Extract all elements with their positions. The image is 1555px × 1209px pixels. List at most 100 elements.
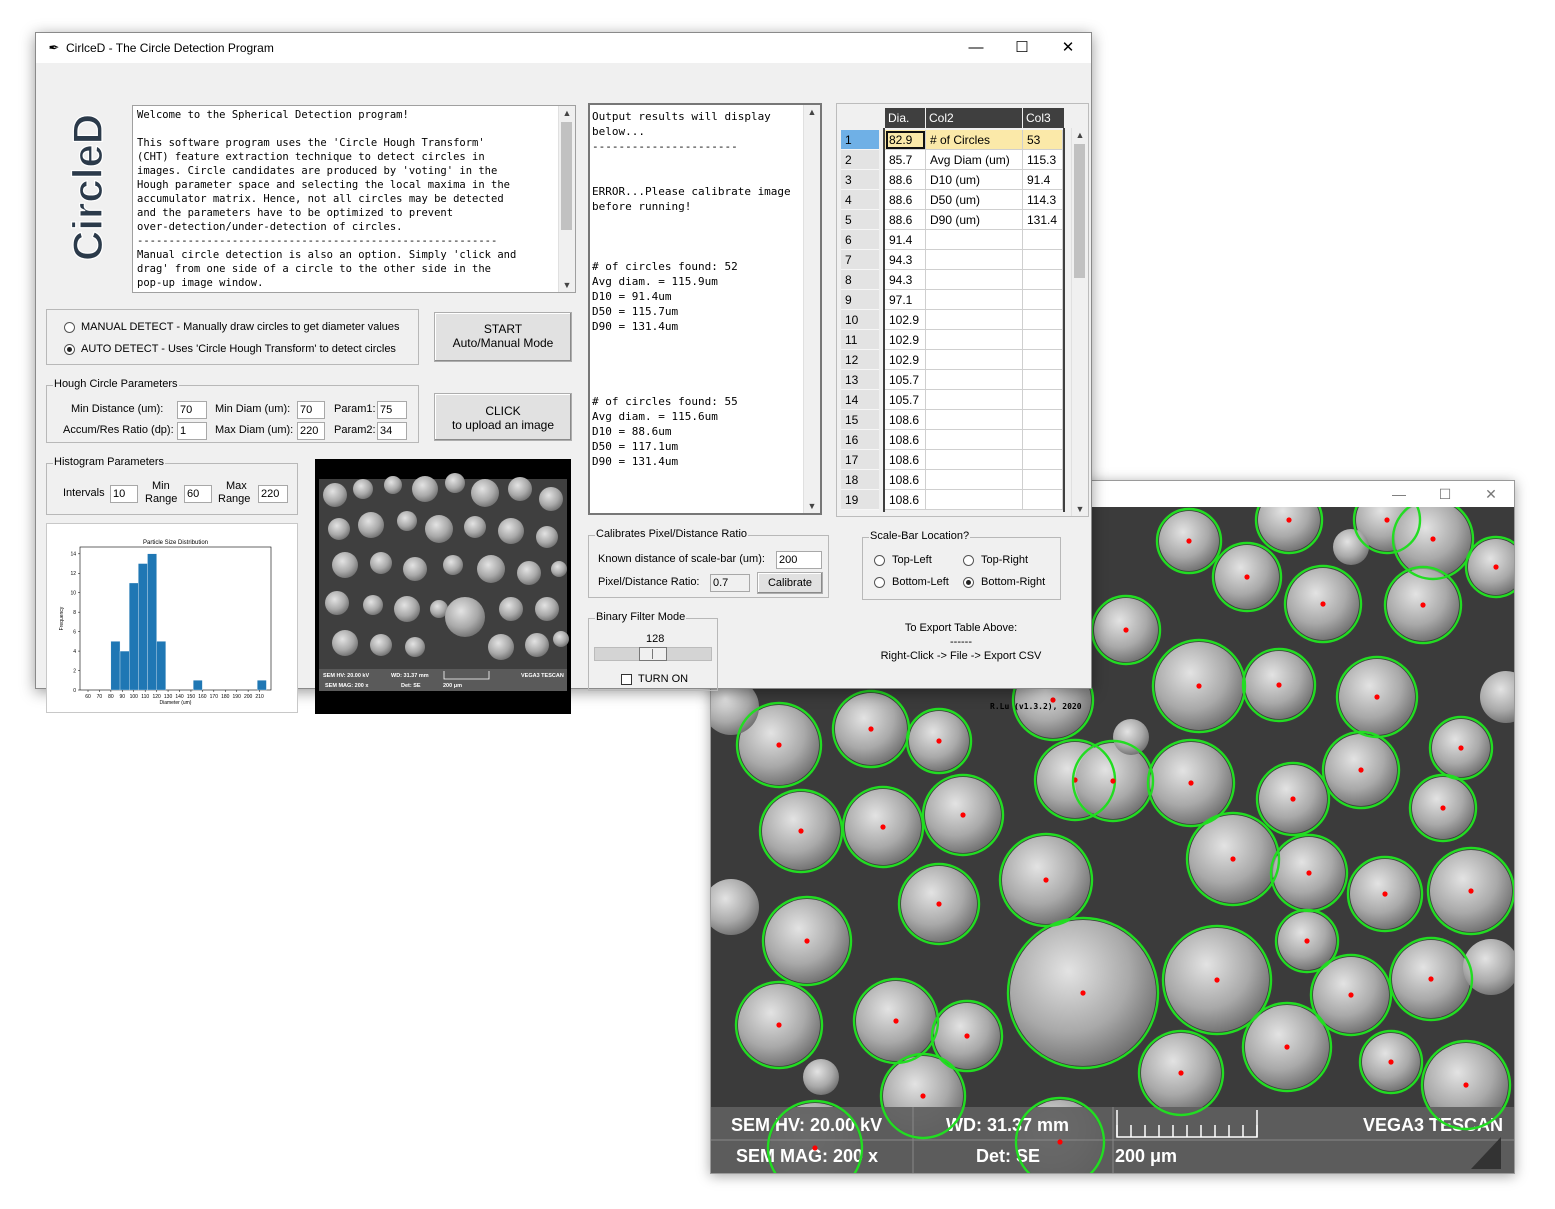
table-row-index[interactable]: 14 (841, 390, 879, 410)
table-cell[interactable] (1023, 350, 1063, 370)
output-scrollbar[interactable]: ▲ ▼ (803, 105, 820, 513)
maximize-icon[interactable]: ☐ (999, 33, 1045, 63)
table-cell[interactable]: 82.9 (885, 130, 926, 150)
table-cell[interactable] (1023, 410, 1063, 430)
table-cell[interactable]: 105.7 (885, 390, 926, 410)
minimize-icon[interactable]: — (1376, 481, 1422, 507)
table-cell[interactable]: 53 (1023, 130, 1063, 150)
table-cell[interactable]: 97.1 (885, 290, 926, 310)
top-right-radio[interactable] (963, 555, 974, 566)
table-cell[interactable]: 91.4 (885, 230, 926, 250)
close-icon[interactable]: ✕ (1045, 33, 1091, 63)
table-row-index[interactable]: 7 (841, 250, 879, 270)
table-cell[interactable]: 85.7 (885, 150, 926, 170)
table-cell[interactable]: D10 (um) (926, 170, 1023, 190)
table-cell[interactable] (1023, 310, 1063, 330)
table-cell[interactable] (1023, 330, 1063, 350)
max-diam-input[interactable]: 220 (297, 422, 325, 440)
binary-slider-thumb[interactable] (639, 647, 667, 661)
welcome-textbox[interactable]: Welcome to the Spherical Detection progr… (132, 105, 576, 293)
welcome-scrollbar[interactable]: ▲ ▼ (558, 106, 575, 292)
param1-input[interactable]: 75 (377, 401, 407, 419)
table-cell[interactable]: 102.9 (885, 310, 926, 330)
start-button[interactable]: START Auto/Manual Mode (434, 312, 572, 362)
table-cell[interactable]: 88.6 (885, 170, 926, 190)
table-cell[interactable] (926, 290, 1023, 310)
image-thumbnail[interactable]: SEM HV: 20.00 kV WD: 31.37 mm VEGA3 TESC… (315, 459, 571, 714)
table-cell[interactable] (926, 490, 1023, 510)
table-cell[interactable] (1023, 250, 1063, 270)
table-row-index[interactable]: 16 (841, 430, 879, 450)
table-cell[interactable] (926, 310, 1023, 330)
table-cell[interactable]: 88.6 (885, 190, 926, 210)
table-cell[interactable] (926, 230, 1023, 250)
close-icon[interactable]: ✕ (1468, 481, 1514, 507)
table-cell[interactable] (926, 330, 1023, 350)
table-header-col3[interactable]: Col3 (1023, 108, 1065, 128)
table-header-dia[interactable]: Dia. (885, 108, 926, 128)
table-row-index[interactable]: 4 (841, 190, 879, 210)
table-cell[interactable] (926, 250, 1023, 270)
table-row-index[interactable]: 18 (841, 470, 879, 490)
table-cell[interactable] (926, 410, 1023, 430)
table-cell[interactable] (926, 470, 1023, 490)
table-row-index[interactable]: 17 (841, 450, 879, 470)
calibrate-button[interactable]: Calibrate (757, 572, 823, 594)
table-cell[interactable] (1023, 290, 1063, 310)
upload-image-button[interactable]: CLICK to upload an image (434, 393, 572, 441)
table-cell[interactable] (1023, 270, 1063, 290)
table-cell[interactable]: 108.6 (885, 410, 926, 430)
table-cell[interactable]: 91.4 (1023, 170, 1063, 190)
known-distance-input[interactable]: 200 (776, 551, 822, 569)
table-cell[interactable] (926, 450, 1023, 470)
table-cell[interactable] (1023, 370, 1063, 390)
table-cell[interactable]: Avg Diam (um) (926, 150, 1023, 170)
min-range-input[interactable]: 60 (184, 485, 212, 503)
table-cell[interactable]: # of Circles (926, 130, 1023, 150)
table-cell[interactable]: 105.7 (885, 370, 926, 390)
table-cell[interactable] (1023, 430, 1063, 450)
table-row-index[interactable]: 15 (841, 410, 879, 430)
table-cell[interactable] (926, 430, 1023, 450)
table-row-index[interactable]: 12 (841, 350, 879, 370)
table-cell[interactable]: 114.3 (1023, 190, 1063, 210)
accum-ratio-input[interactable]: 1 (177, 422, 207, 440)
table-cell[interactable]: 108.6 (885, 490, 926, 510)
bottom-right-radio[interactable] (963, 577, 974, 588)
table-cell[interactable] (1023, 450, 1063, 470)
table-cell[interactable] (926, 270, 1023, 290)
binary-turn-on-checkbox[interactable] (621, 674, 632, 685)
table-row-index[interactable]: 8 (841, 270, 879, 290)
maximize-icon[interactable]: ☐ (1422, 481, 1468, 507)
output-textbox[interactable]: Output results will display below... ---… (588, 103, 822, 515)
table-cell[interactable]: 102.9 (885, 330, 926, 350)
table-cell[interactable]: 115.3 (1023, 150, 1063, 170)
table-cell[interactable]: 131.4 (1023, 210, 1063, 230)
min-distance-input[interactable]: 70 (177, 401, 207, 419)
pixel-ratio-input[interactable]: 0.7 (710, 574, 750, 592)
intervals-input[interactable]: 10 (110, 485, 138, 503)
table-cell[interactable]: 108.6 (885, 450, 926, 470)
auto-detect-radio[interactable] (64, 344, 75, 355)
table-row-index[interactable]: 2 (841, 150, 879, 170)
param2-input[interactable]: 34 (377, 422, 407, 440)
table-cell[interactable]: D50 (um) (926, 190, 1023, 210)
table-cell[interactable]: 88.6 (885, 210, 926, 230)
title-bar[interactable]: ✒ CirlceD - The Circle Detection Program… (36, 33, 1091, 63)
table-row-index[interactable]: 10 (841, 310, 879, 330)
binary-slider[interactable] (594, 647, 712, 661)
table-cell[interactable]: 94.3 (885, 250, 926, 270)
table-cell[interactable] (926, 350, 1023, 370)
bottom-left-radio[interactable] (874, 577, 885, 588)
table-cell[interactable]: 108.6 (885, 430, 926, 450)
table-cell[interactable] (926, 390, 1023, 410)
main-window[interactable]: ✒ CirlceD - The Circle Detection Program… (35, 32, 1092, 714)
results-table[interactable]: Dia. Col2 Col3 1 82.9 # of Circles 53 2 85.7 A… (836, 103, 1089, 517)
table-cell[interactable]: 94.3 (885, 270, 926, 290)
table-row-index[interactable]: 9 (841, 290, 879, 310)
manual-detect-radio[interactable] (64, 322, 75, 333)
min-diam-input[interactable]: 70 (297, 401, 325, 419)
table-row-index[interactable]: 1 (841, 130, 879, 150)
table-cell[interactable]: 108.6 (885, 470, 926, 490)
table-cell[interactable] (926, 370, 1023, 390)
